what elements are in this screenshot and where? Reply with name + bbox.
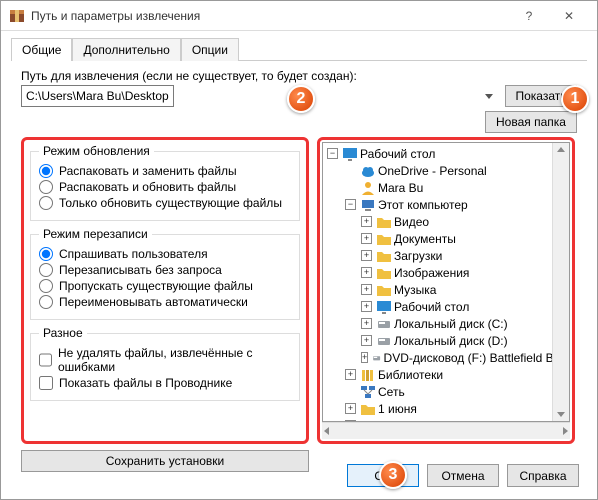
tree-node[interactable]: +Загрузки xyxy=(325,247,567,264)
tree-node[interactable]: +Библиотеки xyxy=(325,366,567,383)
app-icon xyxy=(9,8,25,24)
cancel-button[interactable]: Отмена xyxy=(427,464,499,487)
tab-general[interactable]: Общие xyxy=(11,38,72,61)
tree-node[interactable]: +Рабочий стол xyxy=(325,298,567,315)
new-folder-button[interactable]: Новая папка xyxy=(485,111,577,133)
folder-tree-panel: −Рабочий столOneDrive - PersonalMara Bu−… xyxy=(317,137,575,444)
update-opt2[interactable]: Распаковать и обновить файлы xyxy=(39,180,291,194)
titlebar: Путь и параметры извлечения ? ✕ xyxy=(1,1,597,31)
misc-opt2[interactable]: Показать файлы в Проводнике xyxy=(39,376,291,390)
tab-advanced[interactable]: Дополнительно xyxy=(72,38,180,61)
help-bottom-button[interactable]: Справка xyxy=(507,464,579,487)
path-input[interactable]: C:\Users\Mara Bu\Desktop xyxy=(21,85,174,107)
update-opt1[interactable]: Распаковать и заменить файлы xyxy=(39,164,291,178)
tree-node[interactable]: +Изображения xyxy=(325,264,567,281)
badge-3: 3 xyxy=(379,461,407,489)
save-settings-button[interactable]: Сохранить установки xyxy=(21,450,309,472)
vertical-scrollbar[interactable] xyxy=(552,143,569,421)
tab-panel: Путь для извлечения (если не существует,… xyxy=(11,60,587,486)
window-title: Путь и параметры извлечения xyxy=(31,9,509,23)
tree-node[interactable]: +Документы xyxy=(325,230,567,247)
misc-group: Разное Не удалять файлы, извлечённые с о… xyxy=(30,326,300,401)
tree-node[interactable]: Сеть xyxy=(325,383,567,400)
tree-node[interactable]: +Видео xyxy=(325,213,567,230)
misc-opt1[interactable]: Не удалять файлы, извлечённые с ошибками xyxy=(39,346,291,374)
update-mode-legend: Режим обновления xyxy=(39,144,154,158)
horizontal-scrollbar[interactable] xyxy=(322,422,570,439)
badge-2: 2 xyxy=(287,85,315,113)
update-mode-group: Режим обновления Распаковать и заменить … xyxy=(30,144,300,221)
overwrite-opt4[interactable]: Переименовывать автоматически xyxy=(39,295,291,309)
overwrite-mode-group: Режим перезаписи Спрашивать пользователя… xyxy=(30,227,300,320)
update-opt3[interactable]: Только обновить существующие файлы xyxy=(39,196,291,210)
tree-node[interactable]: +DVD-дисковод (F:) Battlefield Bad xyxy=(325,349,567,366)
folder-tree[interactable]: −Рабочий столOneDrive - PersonalMara Bu−… xyxy=(322,142,570,422)
help-button[interactable]: ? xyxy=(509,2,549,30)
options-panel: Режим обновления Распаковать и заменить … xyxy=(21,137,309,444)
tab-options[interactable]: Опции xyxy=(181,38,239,61)
overwrite-opt1[interactable]: Спрашивать пользователя xyxy=(39,247,291,261)
path-label: Путь для извлечения (если не существует,… xyxy=(11,69,587,83)
overwrite-opt3[interactable]: Пропускать существующие файлы xyxy=(39,279,291,293)
tree-node[interactable]: +Музыка xyxy=(325,281,567,298)
tree-node[interactable]: Mara Bu xyxy=(325,179,567,196)
tree-node[interactable]: OneDrive - Personal xyxy=(325,162,567,179)
overwrite-opt2[interactable]: Перезаписывать без запроса xyxy=(39,263,291,277)
tree-node[interactable]: −Этот компьютер xyxy=(325,196,567,213)
close-button[interactable]: ✕ xyxy=(549,2,589,30)
misc-legend: Разное xyxy=(39,326,87,340)
overwrite-mode-legend: Режим перезаписи xyxy=(39,227,152,241)
tree-node[interactable]: +lumpics xyxy=(325,417,567,422)
tree-node[interactable]: +Локальный диск (C:) xyxy=(325,315,567,332)
badge-1: 1 xyxy=(561,85,589,113)
tree-root[interactable]: −Рабочий стол xyxy=(325,145,567,162)
tabs: Общие Дополнительно Опции xyxy=(1,31,597,60)
tree-node[interactable]: +1 июня xyxy=(325,400,567,417)
tree-node[interactable]: +Локальный диск (D:) xyxy=(325,332,567,349)
